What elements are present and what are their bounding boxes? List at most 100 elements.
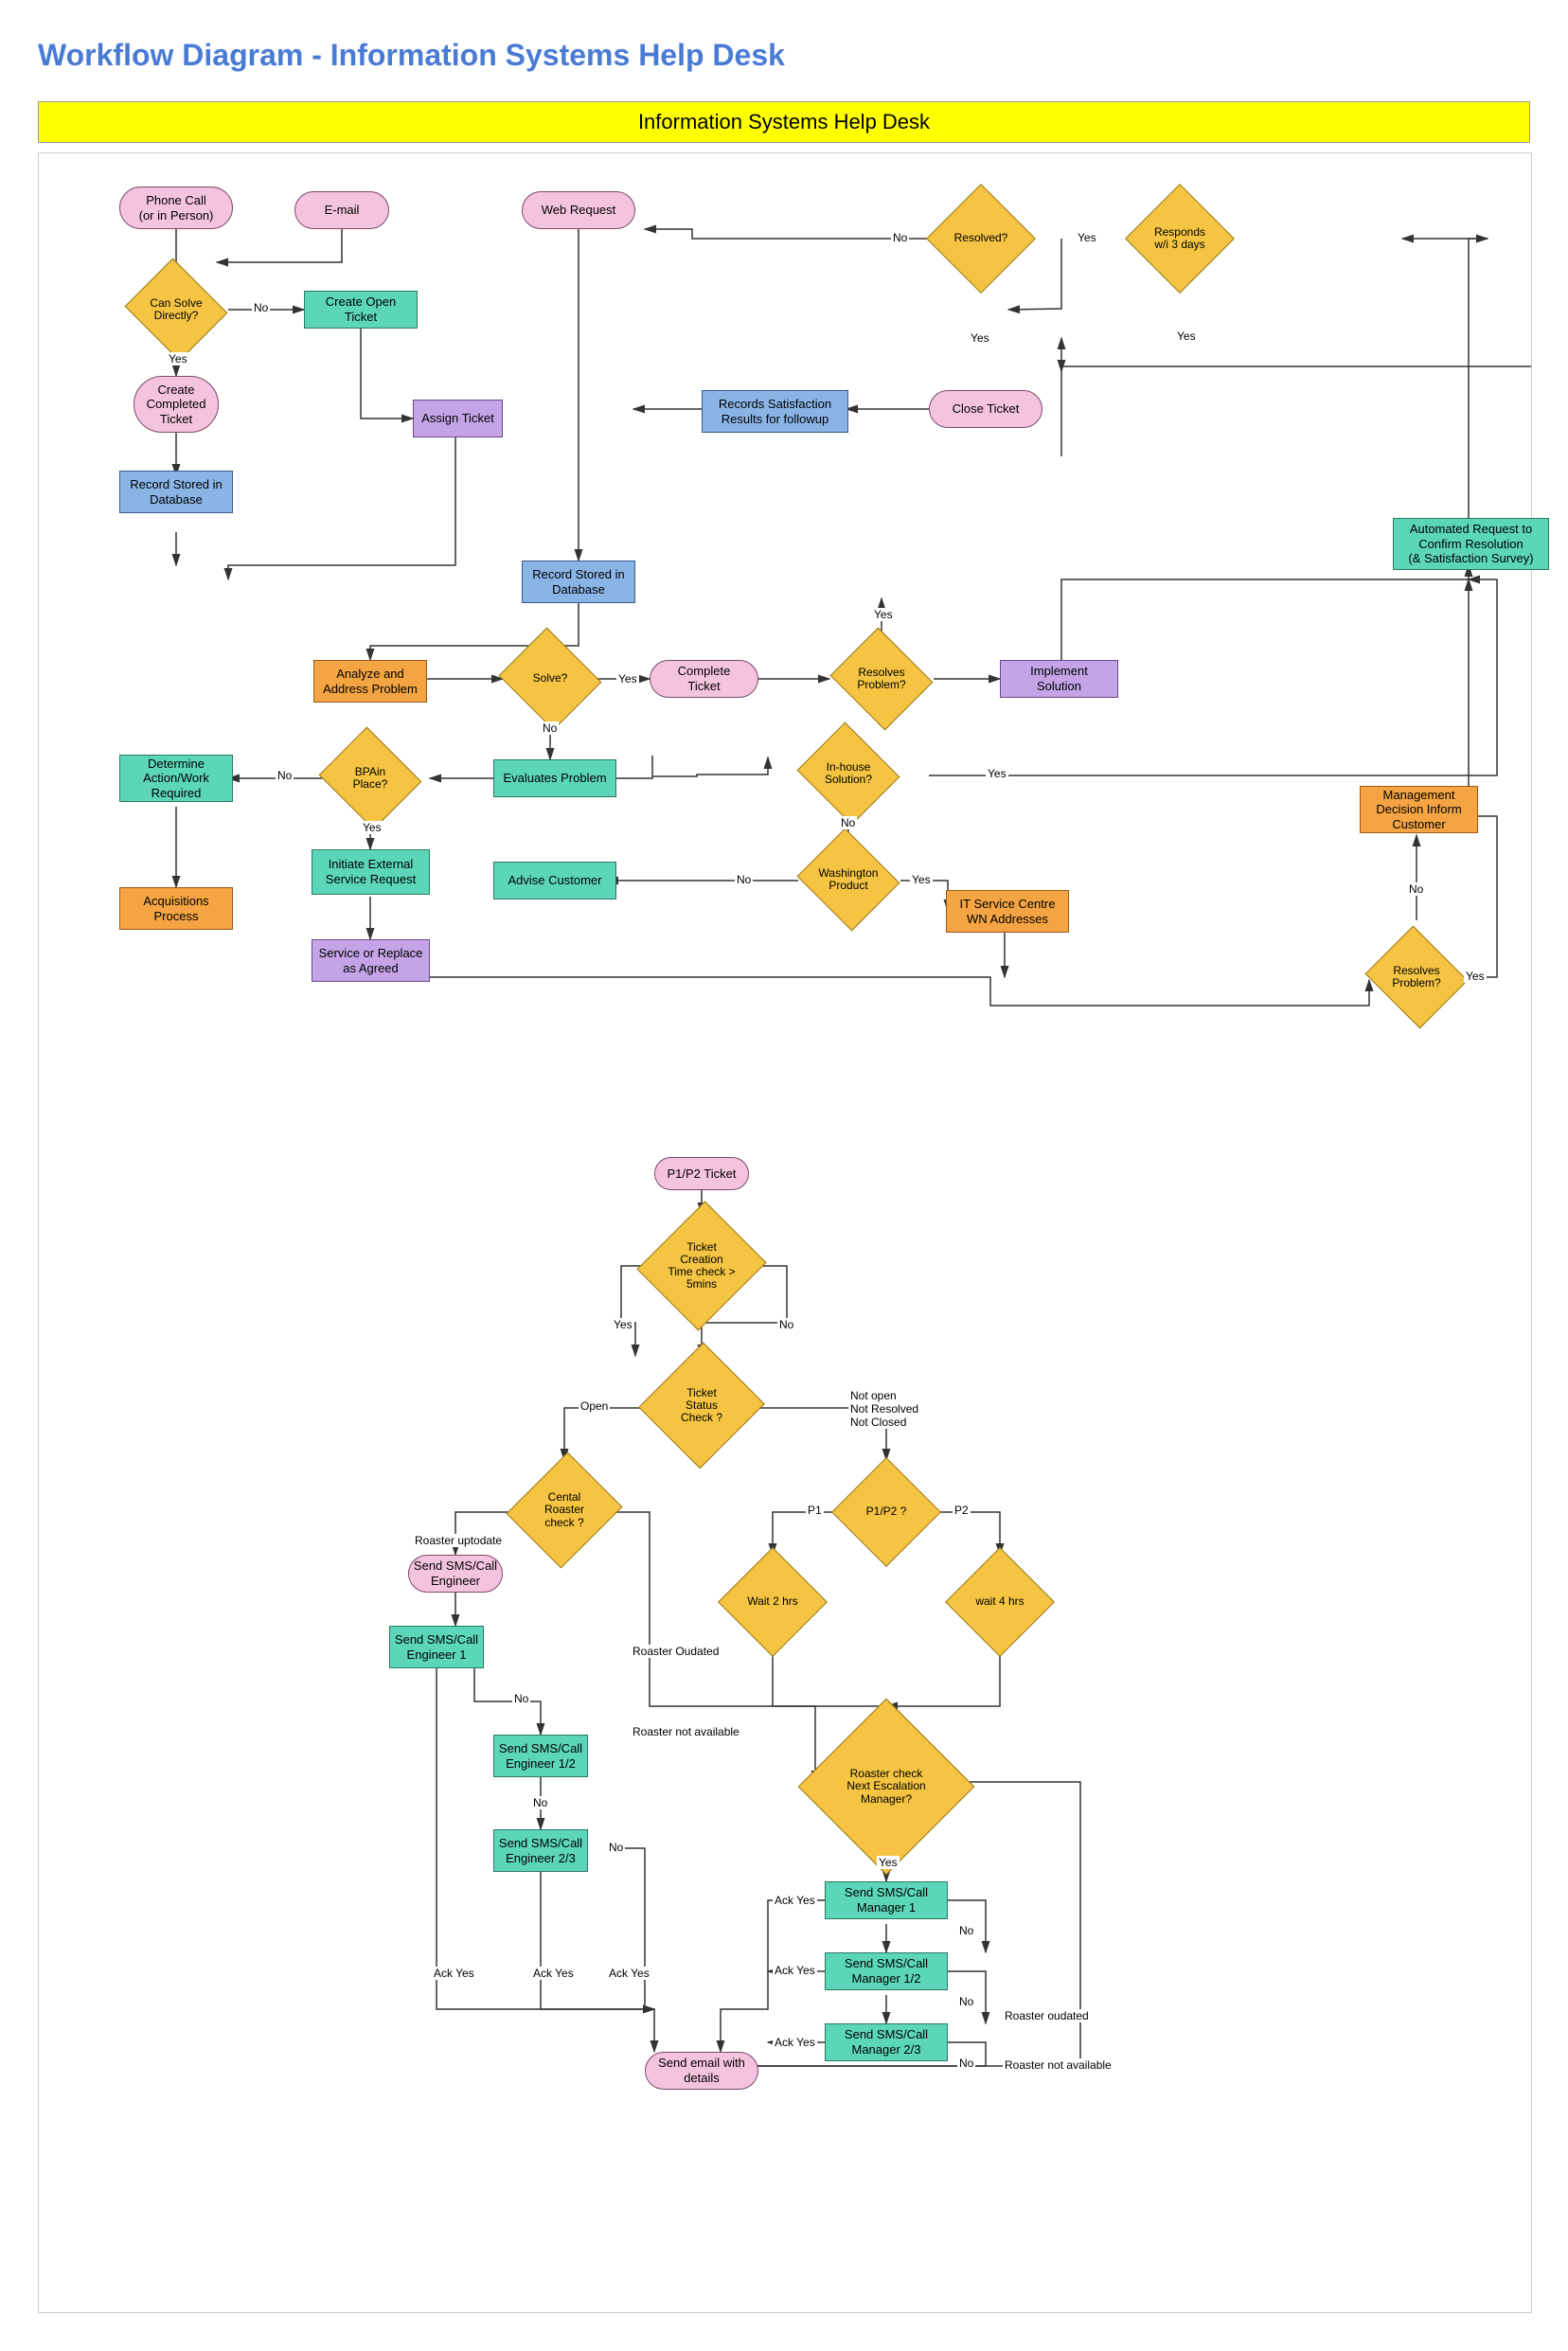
node-send-eng12: Send SMS/Call Engineer 1/2 — [493, 1735, 588, 1777]
node-can-solve: Can Solve Directly? — [138, 276, 214, 343]
edge-label-no-12: No — [957, 1924, 975, 1937]
node-washington: Washington Product — [811, 846, 886, 913]
node-responds: Responds w/i 3 days — [1142, 201, 1218, 276]
node-send-sms-engineer: Send SMS/Call Engineer — [408, 1555, 503, 1593]
node-inhouse: In-house Solution? — [811, 740, 886, 807]
node-resolved: Resolved? — [943, 201, 1019, 276]
node-email: E-mail — [294, 191, 389, 229]
node-ticket-status: Ticket Status Check ? — [659, 1361, 744, 1451]
node-initiate-external: Initiate External Service Request — [312, 849, 430, 895]
edge-label-open: Open — [579, 1399, 610, 1413]
edge-label-yes-12: Yes — [877, 1856, 900, 1869]
node-record-db2: Record Stored in Database — [522, 561, 635, 603]
label-resolved: Resolved? — [954, 232, 1008, 244]
edge-label-yes-8: Yes — [910, 873, 933, 886]
node-complete-ticket: Complete Ticket — [650, 660, 758, 698]
banner-title: Information Systems Help Desk — [38, 101, 1530, 143]
node-p1p2-ticket: P1/P2 Ticket — [654, 1157, 749, 1190]
node-mgmt-decision: Management Decision Inform Customer — [1360, 786, 1478, 833]
node-implement: Implement Solution — [1000, 660, 1118, 698]
node-solve: Solve? — [512, 646, 588, 712]
page-title: Workflow Diagram - Information Systems H… — [38, 38, 1530, 73]
label-wait4: wait 4 hrs — [975, 1595, 1024, 1608]
node-roaster-check-mgr: Roaster check Next Escalation Manager? — [825, 1725, 948, 1848]
node-send-eng23: Send SMS/Call Engineer 2/3 — [493, 1829, 588, 1872]
edge-label-no-6: No — [839, 816, 857, 829]
edge-label-no-3: No — [541, 721, 559, 735]
node-ticket-creation: Ticket Creation Time check > 5mins — [659, 1219, 744, 1313]
edge-label-no-8: No — [777, 1318, 795, 1331]
node-acquisitions: Acquisitions Process — [119, 887, 233, 930]
node-record-db1: Record Stored in Database — [119, 471, 233, 513]
label-washington: Washington Product — [819, 867, 879, 892]
edge-label-yes-6: Yes — [872, 608, 895, 621]
edge-label-no-1: No — [252, 301, 270, 314]
node-create-open-ticket: Create Open Ticket — [304, 291, 418, 329]
diagram-container: Phone Call (or in Person) E-mail Web Req… — [38, 152, 1532, 2313]
edge-label-yes-9: Yes — [986, 767, 1008, 780]
edge-label-p1: P1 — [806, 1504, 824, 1517]
node-send-mgr1: Send SMS/Call Manager 1 — [825, 1881, 948, 1919]
edge-label-no-9: No — [512, 1692, 530, 1705]
node-phone-call: Phone Call (or in Person) — [119, 187, 233, 229]
edge-label-no-2: No — [891, 231, 909, 244]
node-wait2: Wait 2 hrs — [735, 1564, 811, 1640]
edge-label-roaster-outdated2: Roaster oudated — [1003, 2009, 1091, 2022]
edge-label-ack6: Ack Yes — [773, 2036, 817, 2049]
edge-label-yes-2: Yes — [1076, 231, 1098, 244]
node-evaluates: Evaluates Problem — [493, 759, 616, 797]
node-service-replace: Service or Replace as Agreed — [312, 939, 430, 982]
edge-label-no-7: No — [1407, 882, 1425, 896]
edge-label-no-10: No — [531, 1796, 549, 1809]
node-central-roaster: Cental Roaster check ? — [526, 1468, 602, 1553]
edge-label-ack4: Ack Yes — [773, 1894, 817, 1907]
node-determine: Determine Action/Work Required — [119, 755, 233, 802]
label-bpa: BPAin Place? — [353, 766, 388, 791]
edge-label-ack2: Ack Yes — [531, 1967, 576, 1980]
node-p1p2-q: P1/P2 ? — [848, 1474, 924, 1550]
edge-label-yes-4: Yes — [1175, 329, 1198, 343]
node-wait4: wait 4 hrs — [962, 1564, 1038, 1640]
edge-label-roaster-na2: Roaster not available — [1003, 2058, 1114, 2072]
node-create-completed: Create Completed Ticket — [134, 376, 219, 433]
node-send-eng1: Send SMS/Call Engineer 1 — [389, 1626, 484, 1668]
edge-label-yes-10: Yes — [1464, 970, 1487, 983]
label-inhouse: In-house Solution? — [825, 761, 872, 786]
edge-label-roaster-uptodate: Roaster uptodate — [413, 1534, 504, 1547]
label-wait2: Wait 2 hrs — [747, 1595, 798, 1608]
edge-label-roaster-outdated: Roaster Oudated — [631, 1645, 721, 1658]
edge-label-yes-11: Yes — [612, 1318, 634, 1331]
node-send-mgr12: Send SMS/Call Manager 1/2 — [825, 1952, 948, 1990]
edge-label-yes-5: Yes — [616, 672, 639, 686]
node-resolves1: Resolves Problem? — [844, 646, 919, 712]
node-automated-request: Automated Request to Confirm Resolution … — [1393, 518, 1549, 570]
label-p1p2-q: P1/P2 ? — [866, 1505, 907, 1518]
label-ticket-status: Ticket Status Check ? — [681, 1387, 722, 1425]
label-ticket-creation: Ticket Creation Time check > 5mins — [668, 1241, 735, 1291]
edge-label-no-11: No — [607, 1841, 625, 1854]
node-advise-customer: Advise Customer — [493, 862, 616, 899]
label-central-roaster: Cental Roaster check ? — [544, 1491, 584, 1529]
node-close-ticket: Close Ticket — [929, 390, 1042, 428]
edge-label-ack1: Ack Yes — [432, 1967, 476, 1980]
edges-svg — [39, 153, 1531, 2312]
node-analyze: Analyze and Address Problem — [313, 660, 427, 703]
node-assign-ticket: Assign Ticket — [413, 400, 503, 437]
label-responds: Responds w/i 3 days — [1154, 226, 1205, 251]
node-bpa: BPAin Place? — [332, 745, 408, 811]
edge-label-ack5: Ack Yes — [773, 1964, 817, 1977]
label-resolves1: Resolves Problem? — [857, 667, 905, 691]
label-solve: Solve? — [533, 672, 568, 685]
edge-label-no-14: No — [957, 2057, 975, 2070]
edge-label-no-5: No — [735, 873, 753, 886]
node-send-mgr23: Send SMS/Call Manager 2/3 — [825, 2023, 948, 2061]
edge-label-yes-7: Yes — [361, 821, 383, 834]
edge-label-roaster-na: Roaster not available — [631, 1725, 741, 1738]
edge-label-yes-3: Yes — [969, 331, 991, 345]
label-resolves2: Resolves Problem? — [1392, 965, 1440, 989]
edge-label-no-4: No — [276, 769, 294, 782]
edge-label-no-13: No — [957, 1995, 975, 2008]
edge-label-ack3: Ack Yes — [607, 1967, 651, 1980]
edge-label-yes-1: Yes — [167, 352, 189, 365]
edge-label-not-open: Not open Not Resolved Not Closed — [848, 1389, 920, 1429]
